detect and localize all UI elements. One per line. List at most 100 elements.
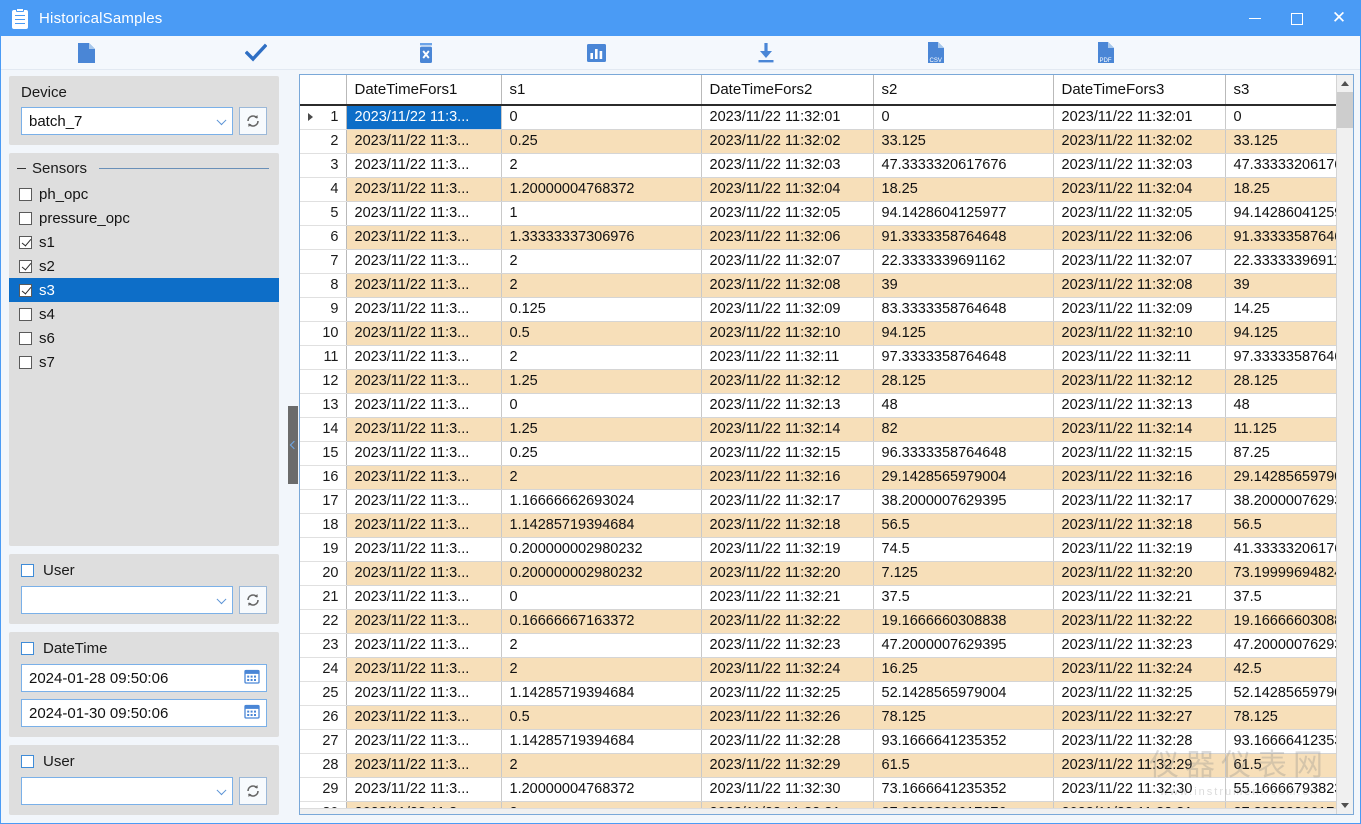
cell-dt3[interactable]: 2023/11/22 11:32:12 [1053, 369, 1225, 393]
cell-s3[interactable]: 91.3333358764648 [1225, 225, 1353, 249]
cell-s1[interactable]: 1.14285719394684 [501, 513, 701, 537]
splitter-handle[interactable] [288, 406, 298, 484]
cell-dt3[interactable]: 2023/11/22 11:32:10 [1053, 321, 1225, 345]
cell-s2[interactable]: 37.5 [873, 585, 1053, 609]
cell-dt2[interactable]: 2023/11/22 11:32:19 [701, 537, 873, 561]
row-header[interactable]: 18 [300, 513, 346, 537]
cell-s1[interactable]: 2 [501, 153, 701, 177]
cell-s1[interactable]: 0.200000002980232 [501, 537, 701, 561]
cell-s2[interactable]: 56.5 [873, 513, 1053, 537]
cell-s3[interactable]: 41.3333320617676 [1225, 537, 1353, 561]
cell-s2[interactable]: 52.1428565979004 [873, 681, 1053, 705]
row-header[interactable]: 25 [300, 681, 346, 705]
row-header[interactable]: 2 [300, 129, 346, 153]
export-csv-button[interactable]: CSV [851, 36, 1021, 70]
table-row[interactable]: 122023/11/22 11:3...1.252023/11/22 11:32… [300, 369, 1353, 393]
cell-s2[interactable]: 82 [873, 417, 1053, 441]
row-header[interactable]: 13 [300, 393, 346, 417]
cell-dt1[interactable]: 2023/11/22 11:3... [346, 681, 501, 705]
cell-dt3[interactable]: 2023/11/22 11:32:31 [1053, 801, 1225, 808]
cell-s3[interactable]: 18.25 [1225, 177, 1353, 201]
cell-s3[interactable]: 56.5 [1225, 513, 1353, 537]
cell-s3[interactable]: 37.5 [1225, 585, 1353, 609]
cell-s2[interactable]: 91.3333358764648 [873, 225, 1053, 249]
cell-s1[interactable]: 1.33333337306976 [501, 225, 701, 249]
cell-dt1[interactable]: 2023/11/22 11:3... [346, 417, 501, 441]
cell-s1[interactable]: 2 [501, 465, 701, 489]
cell-s2[interactable]: 47.3333320617676 [873, 153, 1053, 177]
cell-s1[interactable]: 1.16666662693024 [501, 489, 701, 513]
row-header[interactable]: 1 [300, 105, 346, 129]
cell-s3[interactable]: 94.125 [1225, 321, 1353, 345]
cell-dt3[interactable]: 2023/11/22 11:32:11 [1053, 345, 1225, 369]
user-bottom-checkbox[interactable] [21, 755, 34, 768]
cell-s1[interactable]: 2 [501, 249, 701, 273]
cell-s3[interactable]: 22.3333339691162 [1225, 249, 1353, 273]
cell-s3[interactable]: 94.1428604125977 [1225, 201, 1353, 225]
cell-s2[interactable]: 48 [873, 393, 1053, 417]
cell-s1[interactable]: 2 [501, 657, 701, 681]
minimize-button[interactable] [1234, 1, 1276, 36]
cell-dt2[interactable]: 2023/11/22 11:32:18 [701, 513, 873, 537]
datetime-from-input[interactable]: 2024-01-28 09:50:06 [21, 664, 267, 692]
cell-dt3[interactable]: 2023/11/22 11:32:19 [1053, 537, 1225, 561]
cell-dt1[interactable]: 2023/11/22 11:3... [346, 561, 501, 585]
row-header[interactable]: 9 [300, 297, 346, 321]
table-row[interactable]: 172023/11/22 11:3...1.166666626930242023… [300, 489, 1353, 513]
cell-dt3[interactable]: 2023/11/22 11:32:03 [1053, 153, 1225, 177]
cell-s1[interactable]: 1.14285719394684 [501, 681, 701, 705]
sensor-checkbox-s2[interactable] [19, 260, 32, 273]
row-header[interactable]: 14 [300, 417, 346, 441]
row-header[interactable]: 24 [300, 657, 346, 681]
sensor-checkbox-s3[interactable] [19, 284, 32, 297]
cell-s2[interactable]: 39 [873, 273, 1053, 297]
cell-dt1[interactable]: 2023/11/22 11:3... [346, 609, 501, 633]
row-header-corner[interactable] [300, 75, 346, 105]
cell-s3[interactable]: 11.125 [1225, 417, 1353, 441]
cell-dt2[interactable]: 2023/11/22 11:32:11 [701, 345, 873, 369]
cell-s1[interactable]: 1 [501, 201, 701, 225]
cell-dt1[interactable]: 2023/11/22 11:3... [346, 465, 501, 489]
table-row[interactable]: 52023/11/22 11:3...12023/11/22 11:32:059… [300, 201, 1353, 225]
cell-s3[interactable]: 42.5 [1225, 657, 1353, 681]
table-row[interactable]: 202023/11/22 11:3...0.200000002980232202… [300, 561, 1353, 585]
cell-s2[interactable]: 28.125 [873, 369, 1053, 393]
row-header[interactable]: 29 [300, 777, 346, 801]
new-file-button[interactable] [1, 36, 171, 70]
cell-dt2[interactable]: 2023/11/22 11:32:04 [701, 177, 873, 201]
cell-s1[interactable]: 2 [501, 633, 701, 657]
cell-s1[interactable]: 0.25 [501, 441, 701, 465]
row-header[interactable]: 20 [300, 561, 346, 585]
table-row[interactable]: 62023/11/22 11:3...1.333333373069762023/… [300, 225, 1353, 249]
cell-dt3[interactable]: 2023/11/22 11:32:27 [1053, 705, 1225, 729]
cell-dt1[interactable]: 2023/11/22 11:3... [346, 513, 501, 537]
cell-s3[interactable]: 29.1428565979004 [1225, 465, 1353, 489]
sensor-checkbox-pressure_opc[interactable] [19, 212, 32, 225]
cell-dt3[interactable]: 2023/11/22 11:32:30 [1053, 777, 1225, 801]
cell-s2[interactable]: 83.3333358764648 [873, 297, 1053, 321]
cell-s1[interactable]: 1.20000004768372 [501, 777, 701, 801]
cell-dt1[interactable]: 2023/11/22 11:3... [346, 297, 501, 321]
column-header-s2[interactable]: s2 [873, 75, 1053, 105]
user-bottom-select[interactable] [21, 777, 233, 805]
scrollbar-thumb[interactable] [1337, 92, 1353, 128]
chart-button[interactable] [511, 36, 681, 70]
cell-s2[interactable]: 18.25 [873, 177, 1053, 201]
row-header[interactable]: 7 [300, 249, 346, 273]
download-button[interactable] [681, 36, 851, 70]
cell-s1[interactable]: 2 [501, 801, 701, 808]
cell-s2[interactable]: 47.2000007629395 [873, 633, 1053, 657]
datetime-checkbox[interactable] [21, 642, 34, 655]
cell-dt3[interactable]: 2023/11/22 11:32:07 [1053, 249, 1225, 273]
cell-s2[interactable]: 22.3333339691162 [873, 249, 1053, 273]
user-bottom-refresh-button[interactable] [239, 777, 267, 805]
cell-dt1[interactable]: 2023/11/22 11:3... [346, 657, 501, 681]
datetime-to-input[interactable]: 2024-01-30 09:50:06 [21, 699, 267, 727]
cell-dt2[interactable]: 2023/11/22 11:32:08 [701, 273, 873, 297]
delete-button[interactable] [341, 36, 511, 70]
cell-s3[interactable]: 48 [1225, 393, 1353, 417]
sensor-item-s4[interactable]: s4 [9, 302, 279, 326]
row-header[interactable]: 15 [300, 441, 346, 465]
cell-dt3[interactable]: 2023/11/22 11:32:06 [1053, 225, 1225, 249]
cell-dt2[interactable]: 2023/11/22 11:32:02 [701, 129, 873, 153]
